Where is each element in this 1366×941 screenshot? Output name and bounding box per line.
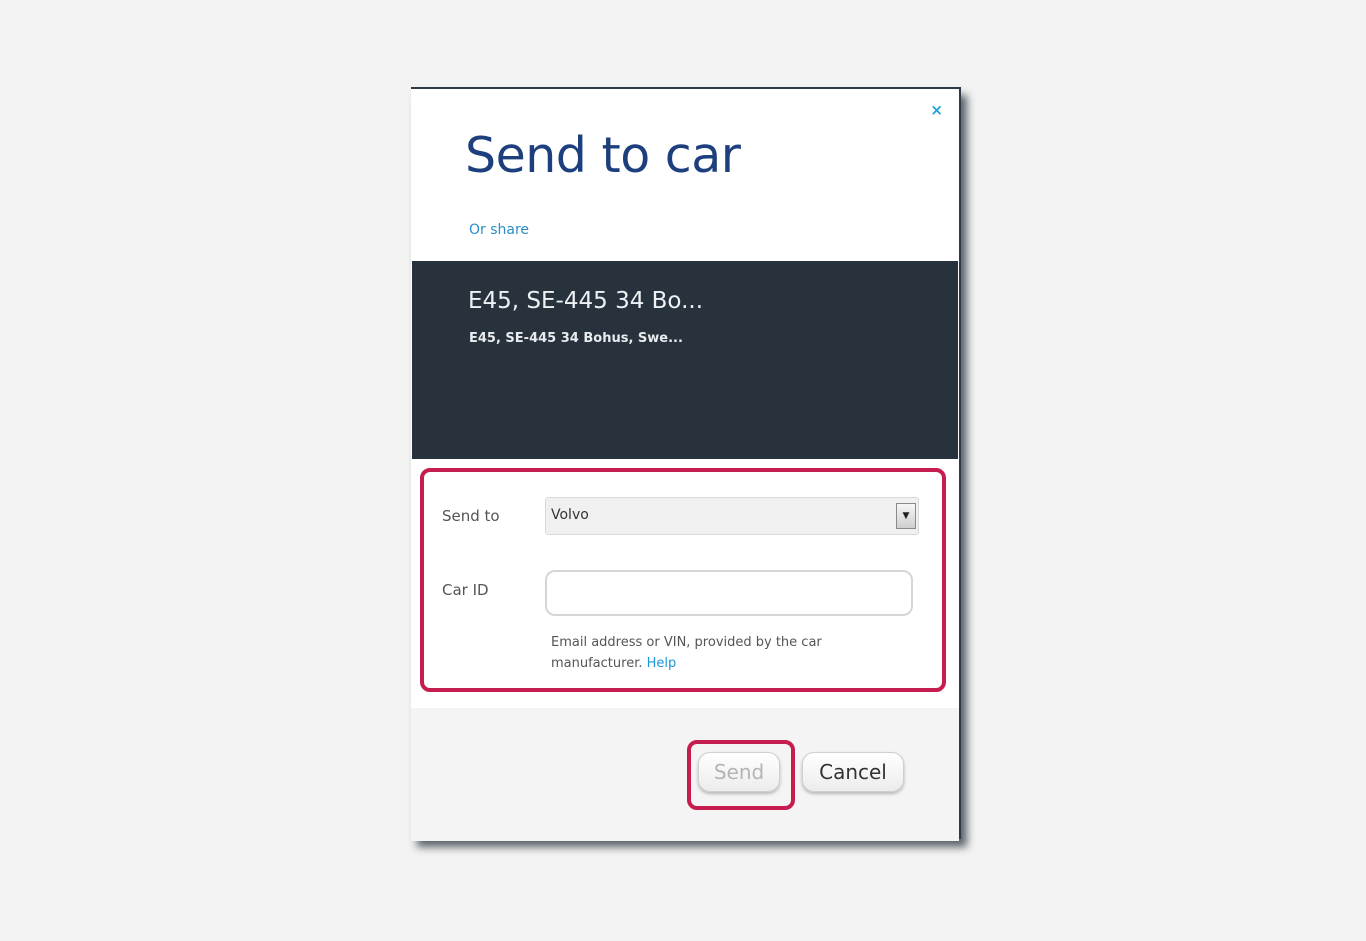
cancel-button[interactable]: Cancel [802,752,904,792]
send-to-car-dialog: × Send to car Or share E45, SE-445 34 Bo… [411,87,961,841]
send-button[interactable]: Send [698,752,780,792]
car-id-label: Car ID [442,581,489,599]
car-id-hint: Email address or VIN, provided by the ca… [551,632,891,674]
location-title: E45, SE-445 34 Bo... [468,288,704,314]
location-address: E45, SE-445 34 Bohus, Swe... [469,331,683,346]
send-to-select[interactable]: Volvo ▼ [545,497,919,535]
car-id-hint-text: Email address or VIN, provided by the ca… [551,635,822,671]
chevron-down-icon[interactable]: ▼ [896,503,916,529]
send-form: Send to Volvo ▼ Car ID Email address or … [411,460,959,708]
or-share-link[interactable]: Or share [469,222,529,238]
car-id-input[interactable] [545,570,913,616]
send-to-label: Send to [442,507,500,525]
dialog-title: Send to car [465,127,741,184]
send-to-selected-value: Volvo [551,507,589,523]
help-link[interactable]: Help [647,656,677,671]
dialog-footer: Send Cancel [411,708,959,841]
location-panel: E45, SE-445 34 Bo... E45, SE-445 34 Bohu… [412,261,958,459]
close-icon[interactable]: × [930,103,943,118]
